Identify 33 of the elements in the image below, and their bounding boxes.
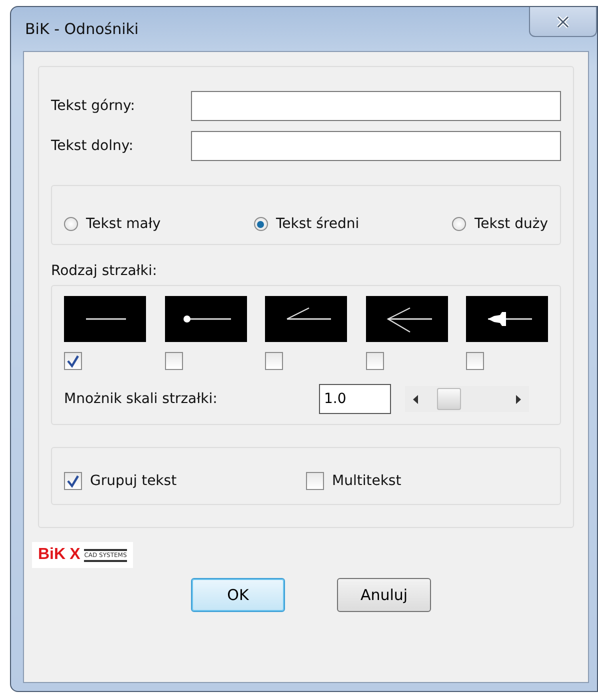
radio-button[interactable]: [64, 217, 78, 231]
dialog-button[interactable]: OK: [191, 578, 285, 612]
text-field[interactable]: [191, 91, 561, 121]
field-label: Tekst górny:: [51, 98, 136, 114]
close-icon: [555, 14, 571, 28]
left-arrow-icon: [413, 394, 418, 404]
scroll-slider[interactable]: [405, 386, 529, 412]
scale-label: Mnożnik skali strzałki:: [64, 391, 218, 407]
checkbox-label[interactable]: Grupuj tekst: [90, 473, 177, 489]
group-title: Rodzaj strzałki:: [51, 263, 158, 279]
window-title: BiK - Odnośniki: [24, 20, 139, 38]
field-label: Tekst dolny:: [51, 138, 134, 154]
radio-button[interactable]: [254, 217, 268, 231]
checkbox[interactable]: [64, 472, 82, 490]
text-field[interactable]: [191, 131, 561, 161]
radio-label[interactable]: Tekst duży: [474, 216, 548, 232]
scale-field[interactable]: 1.0: [319, 384, 391, 414]
checkbox[interactable]: [164, 352, 182, 370]
checkbox[interactable]: [366, 352, 384, 370]
check-icon: [66, 474, 80, 488]
radio-button[interactable]: [452, 217, 466, 231]
right-arrow-icon: [516, 394, 521, 404]
checkbox[interactable]: [466, 352, 484, 370]
checkbox[interactable]: [265, 352, 283, 370]
check-icon: [66, 354, 80, 368]
dialog-button[interactable]: Anuluj: [337, 578, 431, 612]
checkbox[interactable]: [64, 352, 82, 370]
radio-label[interactable]: Tekst średni: [276, 216, 360, 232]
checkbox[interactable]: [306, 472, 324, 490]
radio-label[interactable]: Tekst mały: [86, 216, 161, 232]
close-button[interactable]: [529, 7, 597, 37]
checkbox-label[interactable]: Multitekst: [332, 473, 402, 489]
slider-thumb[interactable]: [437, 388, 462, 410]
